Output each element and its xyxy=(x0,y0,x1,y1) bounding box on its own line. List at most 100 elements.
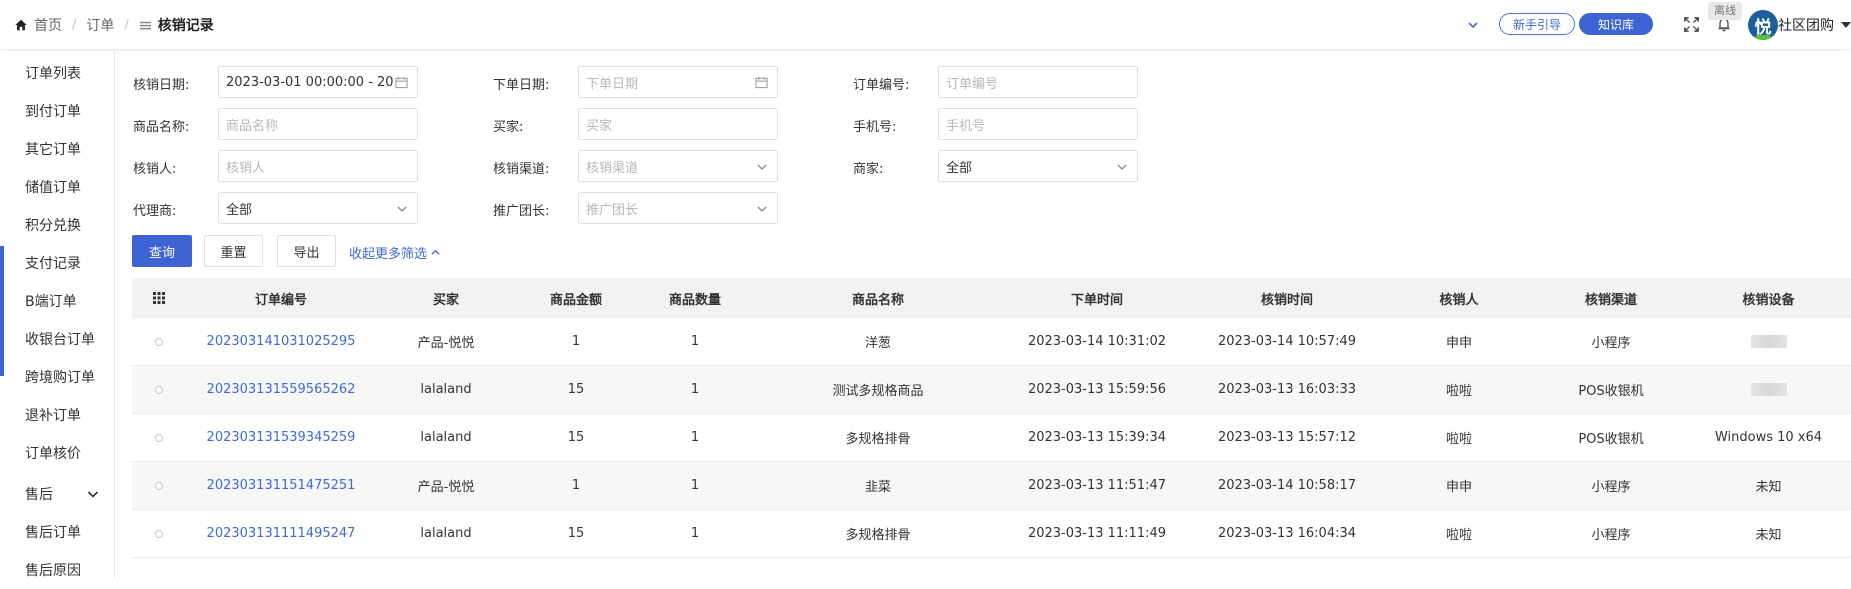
qty-cell: 1 xyxy=(690,478,700,493)
verify-time-cell: 2023-03-13 16:03:33 xyxy=(1217,382,1357,397)
list-icon xyxy=(139,21,151,29)
order-no-link[interactable]: 202303131111495247 xyxy=(186,510,376,557)
row-radio[interactable] xyxy=(132,462,186,509)
order-no-link[interactable]: 202303141031025295 xyxy=(186,318,376,365)
order-no-label: 订单编号: xyxy=(853,78,910,93)
column-header-channel[interactable]: 核销渠道 xyxy=(1536,278,1686,318)
device-cell: 未知 xyxy=(1755,528,1782,543)
column-header-order-no[interactable]: 订单编号 xyxy=(186,278,376,318)
column-header-order-time[interactable]: 下单时间 xyxy=(1002,278,1192,318)
query-button[interactable]: 查询 xyxy=(132,235,192,267)
caret-down-icon[interactable] xyxy=(1841,22,1851,28)
agent-select[interactable]: 全部 xyxy=(218,192,418,224)
sidebar-item-label: 储值订单 xyxy=(25,180,81,196)
table-row[interactable]: 202303131559565262 lalaland 15 1 测试多规格商品… xyxy=(132,366,1851,414)
row-radio[interactable] xyxy=(132,318,186,365)
collapse-filters-link[interactable]: 收起更多筛选 xyxy=(349,243,441,262)
guide-button[interactable]: 新手引导 xyxy=(1499,13,1575,35)
fullscreen-icon[interactable] xyxy=(1683,16,1700,33)
leader-label: 推广团长: xyxy=(493,204,550,219)
product-cell: 测试多规格商品 xyxy=(832,384,924,399)
row-radio[interactable] xyxy=(132,366,186,413)
table-header: 订单编号 买家 商品金额 商品数量 商品名称 下单时间 核销时间 核销人 核销渠… xyxy=(132,278,1851,318)
avatar[interactable]: 悦 xyxy=(1748,10,1778,40)
order-date-range-input[interactable]: 下单日期 xyxy=(578,66,778,98)
channel-cell: 小程序 xyxy=(1591,480,1631,495)
sidebar-group-after-sales[interactable]: 售后 xyxy=(0,475,115,513)
breadcrumb-current: 核销记录 xyxy=(157,18,214,34)
breadcrumb-orders[interactable]: 订单 xyxy=(86,15,114,35)
row-radio[interactable] xyxy=(132,414,186,461)
buyer-input[interactable]: 买家 xyxy=(578,108,778,140)
knowledge-base-button[interactable]: 知识库 xyxy=(1579,13,1653,35)
sidebar-item-other-orders[interactable]: 其它订单 xyxy=(0,130,115,168)
export-button[interactable]: 导出 xyxy=(277,235,336,267)
column-header-buyer[interactable]: 买家 xyxy=(376,278,516,318)
verifier-input[interactable]: 核销人 xyxy=(218,150,418,182)
column-header-device[interactable]: 核销设备 xyxy=(1686,278,1851,318)
sidebar-item-payment-records[interactable]: 支付记录 xyxy=(0,244,115,282)
sidebar-item-cross-border-orders[interactable]: 跨境购订单 xyxy=(0,358,115,396)
column-header-verify-time[interactable]: 核销时间 xyxy=(1192,278,1382,318)
verifier-placeholder: 核销人 xyxy=(226,160,266,176)
sidebar-item-cod-orders[interactable]: 到付订单 xyxy=(0,92,115,130)
sidebar-item-label: 支付记录 xyxy=(25,256,81,272)
product-cell: 洋葱 xyxy=(864,336,891,351)
table-row[interactable]: 202303131539345259 lalaland 15 1 多规格排骨 2… xyxy=(132,414,1851,462)
order-time-cell: 2023-03-13 15:39:34 xyxy=(1027,430,1167,445)
sidebar-item-after-sales-reasons[interactable]: 售后原因 xyxy=(0,551,115,589)
table-row[interactable]: 202303141031025295 产品-悦悦 1 1 洋葱 2023-03-… xyxy=(132,318,1851,366)
sidebar-item-order-list[interactable]: 订单列表 xyxy=(0,54,115,92)
sidebar-item-order-pricing[interactable]: 订单核价 xyxy=(0,434,115,472)
order-date-placeholder: 下单日期 xyxy=(586,76,639,92)
chevron-down-icon xyxy=(87,491,99,498)
column-header-qty[interactable]: 商品数量 xyxy=(636,278,754,318)
verify-time-cell: 2023-03-14 10:57:49 xyxy=(1217,334,1357,349)
sidebar-item-label: 积分兑换 xyxy=(25,218,81,234)
product-name-label: 商品名称: xyxy=(133,120,190,135)
main-content: 核销日期: 2023-03-01 00:00:00 - 20 下单日期: 下单日… xyxy=(115,50,1851,578)
product-name-input[interactable]: 商品名称 xyxy=(218,108,418,140)
table-row[interactable]: 202303131111495247 lalaland 15 1 多规格排骨 2… xyxy=(132,510,1851,558)
order-date-label: 下单日期: xyxy=(493,78,550,93)
buyer-cell: lalaland xyxy=(420,430,472,445)
channel-placeholder: 核销渠道 xyxy=(586,160,639,176)
verify-date-range-input[interactable]: 2023-03-01 00:00:00 - 20 xyxy=(218,66,418,98)
leader-select[interactable]: 推广团长 xyxy=(578,192,778,224)
breadcrumb-separator: / xyxy=(72,17,77,33)
column-header-amount[interactable]: 商品金额 xyxy=(516,278,636,318)
column-header-verifier[interactable]: 核销人 xyxy=(1382,278,1536,318)
verify-date-value: 2023-03-01 00:00:00 - 20 xyxy=(226,74,394,90)
sidebar: 订单列表 到付订单 其它订单 储值订单 积分兑换 支付记录 B端订单 收银台订单… xyxy=(0,50,115,579)
order-no-input[interactable]: 订单编号 xyxy=(938,66,1138,98)
qty-cell: 1 xyxy=(690,430,700,445)
sidebar-item-refund-orders[interactable]: 退补订单 xyxy=(0,396,115,434)
buyer-cell: lalaland xyxy=(420,526,472,541)
sidebar-item-label: 售后原因 xyxy=(25,563,81,579)
verify-time-cell: 2023-03-14 10:58:17 xyxy=(1217,478,1357,493)
sidebar-item-stored-value-orders[interactable]: 储值订单 xyxy=(0,168,115,206)
sidebar-item-after-sales-orders[interactable]: 售后订单 xyxy=(0,513,115,551)
channel-cell: 小程序 xyxy=(1591,336,1631,351)
column-header-product[interactable]: 商品名称 xyxy=(754,278,1002,318)
user-name[interactable]: 社区团购 xyxy=(1778,15,1834,35)
phone-input[interactable]: 手机号 xyxy=(938,108,1138,140)
sidebar-item-b2b-orders[interactable]: B端订单 xyxy=(0,282,115,320)
sidebar-item-label: 售后 xyxy=(25,487,53,503)
order-no-link[interactable]: 202303131151475251 xyxy=(186,462,376,509)
sidebar-item-points-exchange[interactable]: 积分兑换 xyxy=(0,206,115,244)
row-radio[interactable] xyxy=(132,510,186,557)
radio-icon xyxy=(155,529,163,538)
reset-button[interactable]: 重置 xyxy=(204,235,263,267)
column-settings-cell[interactable] xyxy=(132,278,186,318)
channel-cell: 小程序 xyxy=(1591,528,1631,543)
chevron-down-icon[interactable] xyxy=(1466,18,1480,32)
order-no-link[interactable]: 202303131539345259 xyxy=(186,414,376,461)
merchant-select[interactable]: 全部 xyxy=(938,150,1138,182)
radio-icon xyxy=(155,433,163,442)
channel-select[interactable]: 核销渠道 xyxy=(578,150,778,182)
table-row[interactable]: 202303131151475251 产品-悦悦 1 1 韭菜 2023-03-… xyxy=(132,462,1851,510)
order-no-link[interactable]: 202303131559565262 xyxy=(186,366,376,413)
sidebar-item-cashier-orders[interactable]: 收银台订单 xyxy=(0,320,115,358)
breadcrumb-home[interactable]: 首页 xyxy=(34,15,62,35)
